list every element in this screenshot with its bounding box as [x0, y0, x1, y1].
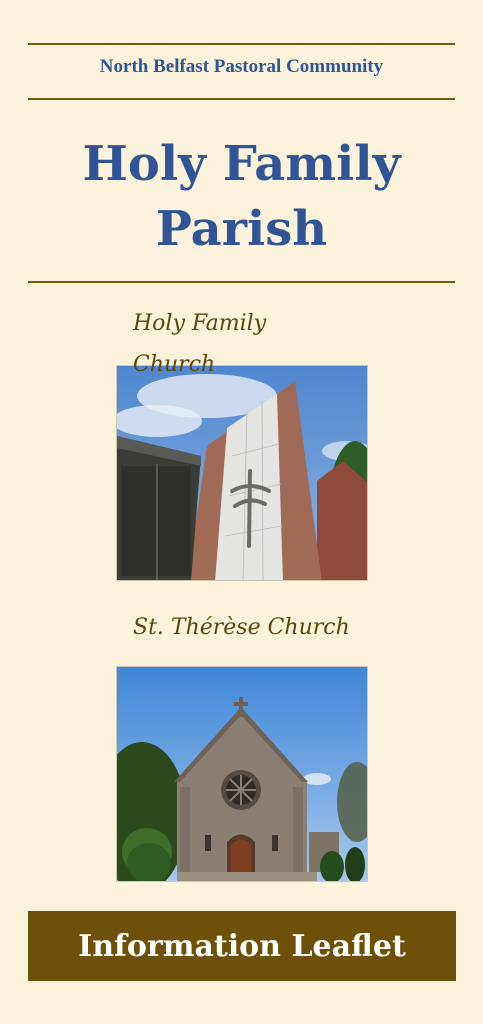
holy-family-church-photo: [116, 365, 368, 581]
st-therese-church-photo: [116, 666, 368, 882]
upper-rule: [28, 98, 455, 100]
top-rule: [28, 43, 455, 45]
st-therese-caption: St. Thérèse Church: [133, 615, 350, 640]
holy-family-caption-line2: Church: [133, 352, 216, 377]
page-title-line2: Parish: [155, 201, 328, 257]
community-name: North Belfast Pastoral Community: [99, 56, 384, 77]
page-title-line1: Holy Family: [82, 136, 401, 192]
title-rule: [28, 281, 455, 283]
holy-family-caption-line1: Holy Family: [133, 311, 267, 336]
information-leaflet-banner: Information Leaflet: [28, 911, 456, 981]
